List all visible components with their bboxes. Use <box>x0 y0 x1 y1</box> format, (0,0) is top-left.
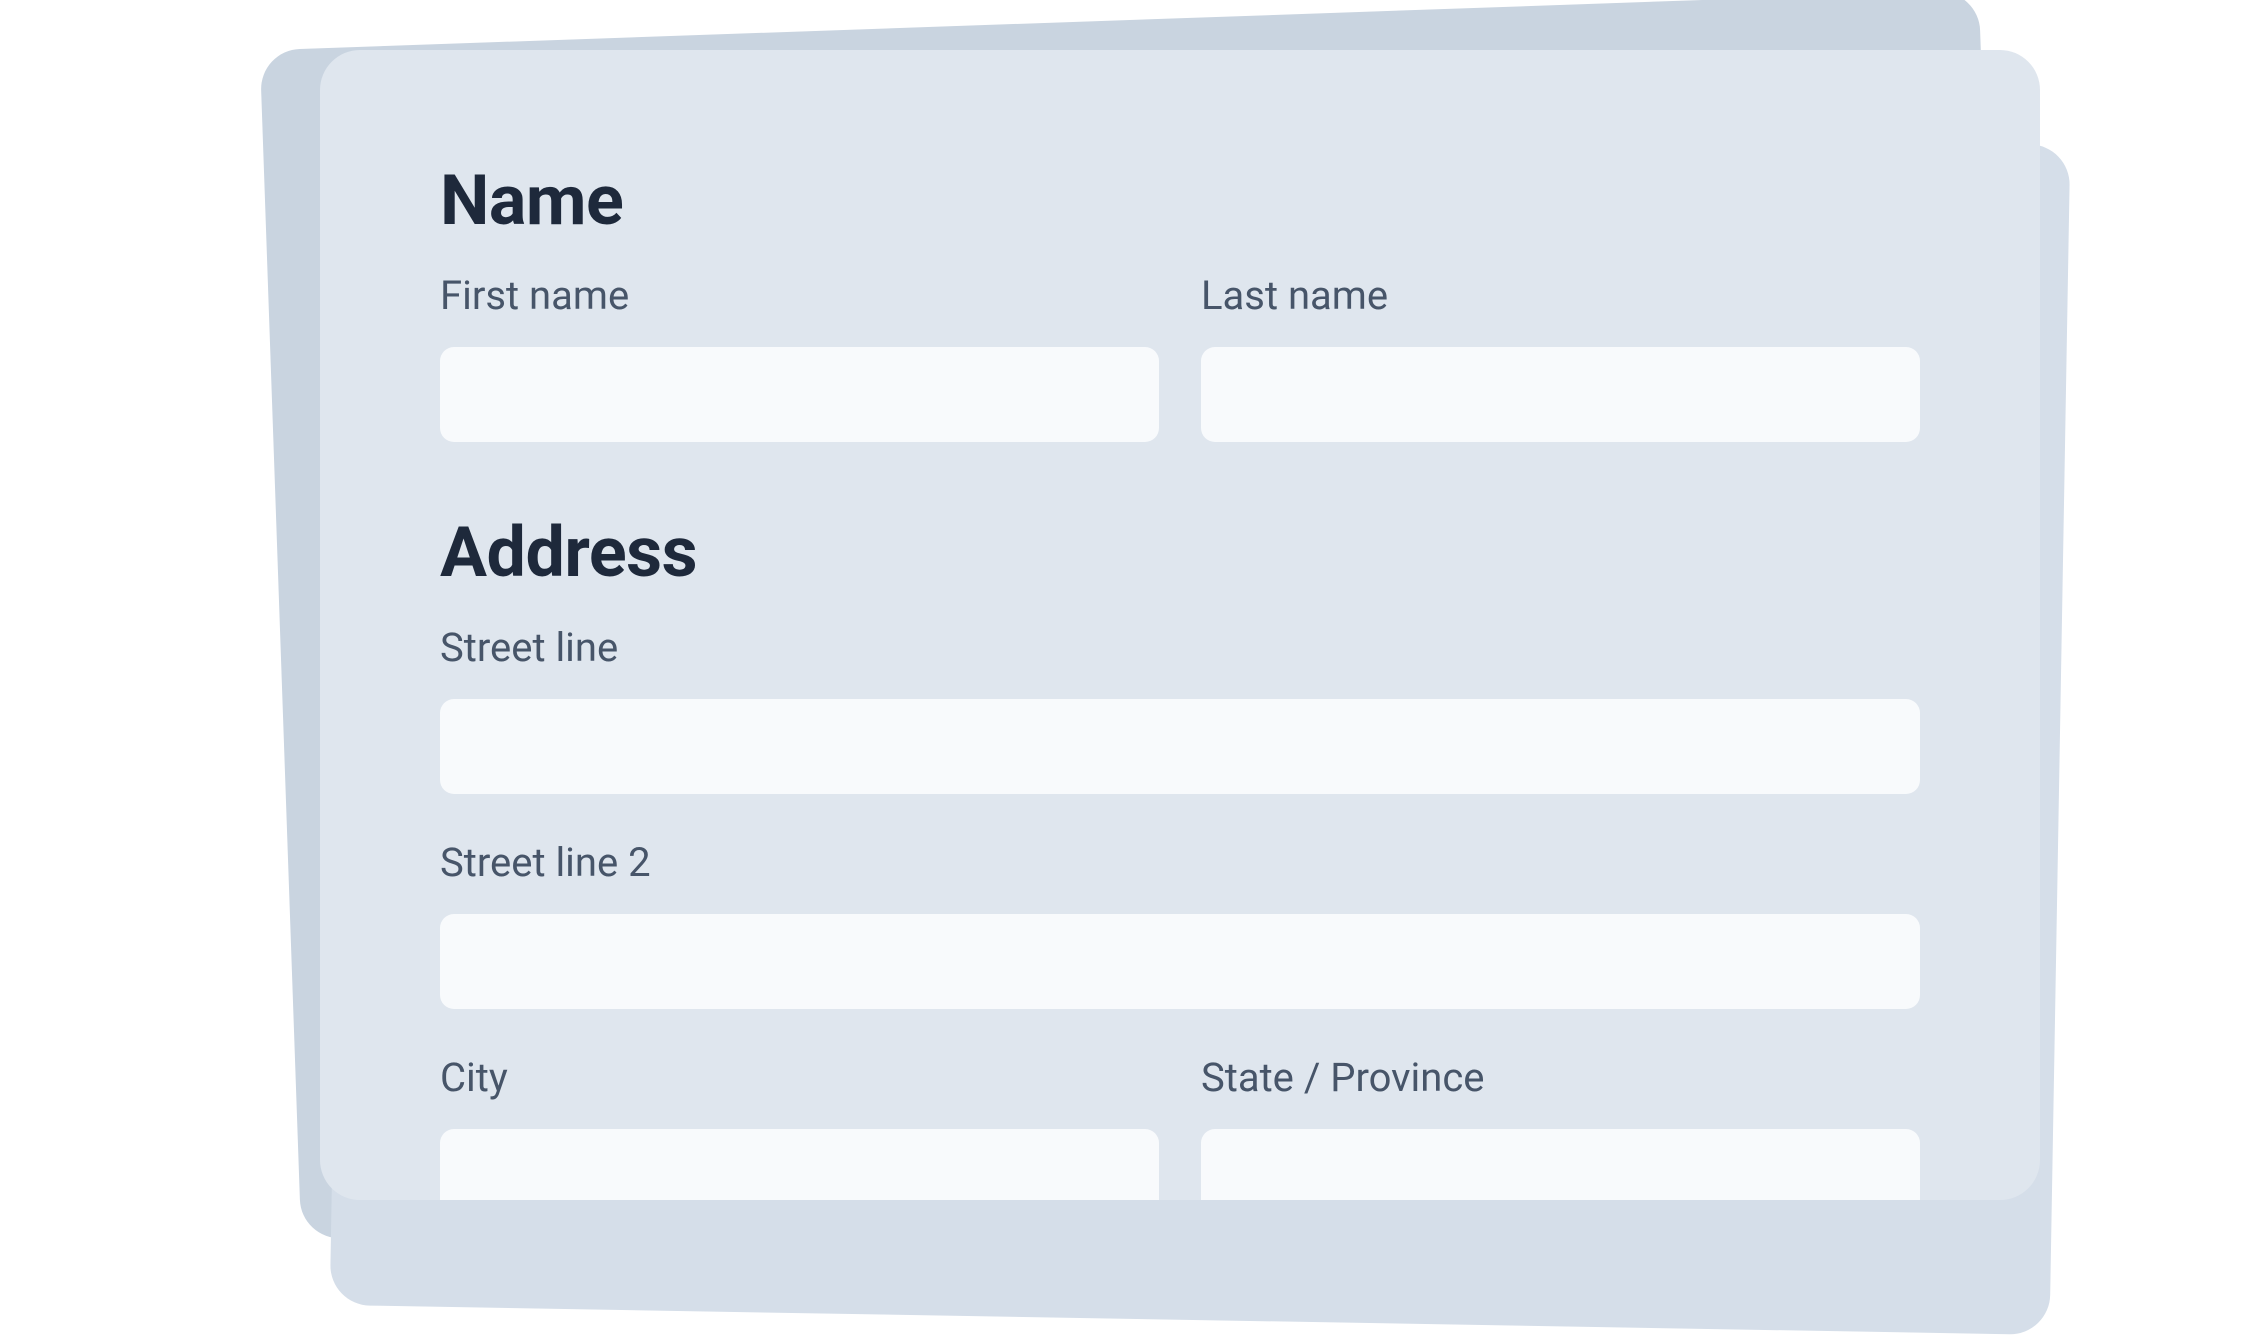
street-line-label: Street line <box>440 624 1920 671</box>
state-field: State / Province <box>1201 1054 1920 1200</box>
city-label: City <box>440 1054 1159 1101</box>
first-name-input[interactable] <box>440 347 1159 442</box>
name-row: First name Last name <box>440 272 1920 442</box>
street-line-field: Street line <box>440 624 1920 794</box>
city-field: City <box>440 1054 1159 1200</box>
street-line-2-field: Street line 2 <box>440 839 1920 1009</box>
last-name-input[interactable] <box>1201 347 1920 442</box>
section-divider <box>440 492 1920 512</box>
name-section-heading: Name <box>440 160 1920 242</box>
city-state-row: City State / Province <box>440 1054 1920 1200</box>
state-label: State / Province <box>1201 1054 1920 1101</box>
street-line-input[interactable] <box>440 699 1920 794</box>
state-input[interactable] <box>1201 1129 1920 1200</box>
form-card: Name First name Last name Address Street… <box>320 50 2040 1200</box>
first-name-label: First name <box>440 272 1159 319</box>
street-line-2-label: Street line 2 <box>440 839 1920 886</box>
city-input[interactable] <box>440 1129 1159 1200</box>
first-name-field: First name <box>440 272 1159 442</box>
last-name-label: Last name <box>1201 272 1920 319</box>
street-line-2-input[interactable] <box>440 914 1920 1009</box>
form-card-stack: Name First name Last name Address Street… <box>280 20 2000 1300</box>
address-section-heading: Address <box>440 512 1920 594</box>
last-name-field: Last name <box>1201 272 1920 442</box>
